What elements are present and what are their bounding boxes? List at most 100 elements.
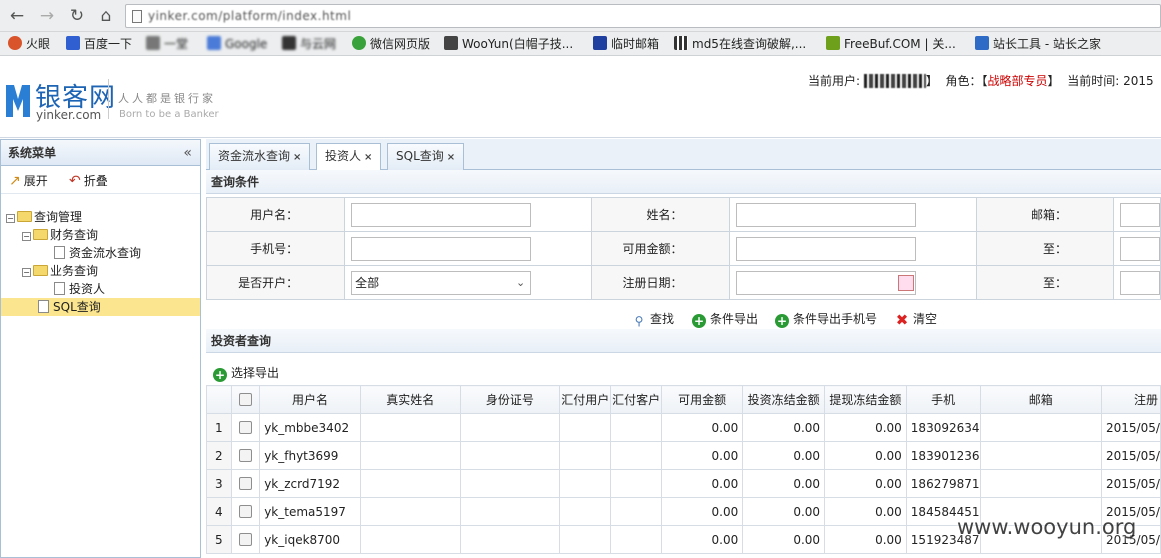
home-icon[interactable]: ⌂ <box>95 5 117 27</box>
tree-node-label: 查询管理 <box>34 210 83 224</box>
cell-withdraw-frozen: 0.00 <box>824 413 907 442</box>
tree-node-query-management[interactable]: − 查询管理 <box>1 208 200 226</box>
tab-investor[interactable]: 投资人 × <box>316 143 382 171</box>
url-text: yinker.com/platform/index.html <box>148 9 352 23</box>
sidebar: 系统菜单 « ↗ 展开 ↶ 折叠 − 查询管理 − 财务查询 资金流水查询 − 业务查询 … <box>0 139 201 558</box>
site-icon <box>282 36 296 50</box>
clear-button[interactable]: ✖ 清空 <box>895 310 938 328</box>
checkbox[interactable] <box>238 392 252 406</box>
row-select[interactable] <box>230 469 261 498</box>
table-row[interactable]: 1 yk_mbbe3402 0.00 0.00 0.00 183092634 2… <box>206 413 1161 442</box>
bookmark-item[interactable]: WooYun(白帽子技... <box>444 36 573 52</box>
column-header[interactable]: 真实姓名 <box>359 385 461 414</box>
checkbox[interactable] <box>238 504 252 518</box>
column-header[interactable]: 邮箱 <box>979 385 1103 414</box>
export-button[interactable]: + 条件导出 <box>692 310 758 328</box>
row-select[interactable] <box>230 497 261 526</box>
reload-icon[interactable]: ↻ <box>66 5 88 27</box>
tab-sql[interactable]: SQL查询 × <box>387 143 465 170</box>
row-select[interactable] <box>230 441 261 470</box>
cell-realname <box>359 497 461 526</box>
tree-node-finance[interactable]: − 财务查询 <box>1 226 200 244</box>
bookmark-item[interactable]: Google <box>207 36 267 52</box>
tree-node-business[interactable]: − 业务查询 <box>1 262 200 280</box>
close-tab-icon[interactable]: × <box>293 152 301 163</box>
phone-input[interactable] <box>351 236 532 261</box>
tree-node-fund-flow[interactable]: 资金流水查询 <box>1 244 200 262</box>
bookmark-item[interactable]: 与云网 <box>282 36 336 52</box>
close-tab-icon[interactable]: × <box>447 152 455 163</box>
cell-register: 2015/05/ <box>1101 413 1161 442</box>
regdate-end-input[interactable] <box>1119 270 1160 295</box>
export-phone-label: 条件导出手机号 <box>793 312 878 326</box>
forward-icon[interactable]: → <box>36 5 58 27</box>
select-export-button[interactable]: + 选择导出 <box>213 364 279 382</box>
table-row[interactable]: 3 yk_zcrd7192 0.00 0.00 0.00 186279871 2… <box>206 469 1161 498</box>
export-phone-button[interactable]: + 条件导出手机号 <box>775 310 877 328</box>
bookmark-item[interactable]: 站长工具 - 站长之家 <box>975 36 1101 52</box>
opened-select[interactable]: 全部 ⌄ <box>351 270 532 295</box>
balance-max-input[interactable] <box>1119 236 1160 261</box>
bookmark-item[interactable]: FreeBuf.COM | 关... <box>826 36 956 52</box>
search-button[interactable]: ⚲ 查找 <box>632 310 674 328</box>
column-header[interactable]: 投资冻结金额 <box>742 385 826 414</box>
row-select[interactable] <box>230 525 261 554</box>
folder-icon <box>17 211 32 222</box>
row-number: 5 <box>206 525 232 554</box>
tree-node-label: 财务查询 <box>50 228 99 242</box>
bookmark-item[interactable]: 微信网页版 <box>352 36 430 52</box>
bookmark-item[interactable]: 临时邮箱 <box>593 36 659 52</box>
column-header[interactable]: 身份证号 <box>459 385 561 414</box>
column-header[interactable]: 手机 <box>905 385 981 414</box>
clear-label: 清空 <box>913 312 938 326</box>
checkbox[interactable] <box>238 448 252 462</box>
tab-fund-flow[interactable]: 资金流水查询 × <box>209 143 311 170</box>
balance-min-input[interactable] <box>735 236 916 261</box>
regdate-start-input[interactable] <box>735 270 916 295</box>
collapse-sidebar-icon[interactable]: « <box>183 140 192 166</box>
bookmark-item[interactable]: md5在线查询破解,... <box>674 36 806 52</box>
column-header[interactable]: 汇付用户 <box>559 385 612 414</box>
cell-hf-customer <box>610 525 663 554</box>
table-row[interactable]: 2 yk_fhyt3699 0.00 0.00 0.00 183901236 2… <box>206 441 1161 470</box>
minus-icon[interactable]: − <box>22 232 31 241</box>
tab-label: 投资人 <box>325 149 362 163</box>
browser-toolbar: ← → ↻ ⌂ yinker.com/platform/index.html <box>0 0 1161 32</box>
cell-email <box>979 413 1103 442</box>
column-header[interactable]: 可用金额 <box>661 385 744 414</box>
tree-node-investor[interactable]: 投资人 <box>1 280 200 298</box>
tree-node-sql[interactable]: SQL查询 <box>1 298 200 316</box>
name-input[interactable] <box>735 202 916 227</box>
column-header[interactable]: 提现冻结金额 <box>824 385 907 414</box>
row-number-header <box>206 385 232 414</box>
checkbox[interactable] <box>238 476 252 490</box>
bookmark-item[interactable]: 百度一下 <box>66 36 132 52</box>
checkbox[interactable] <box>238 420 252 434</box>
bookmark-item[interactable]: 火眼 <box>8 36 50 52</box>
balance-label: 可用金额： <box>591 231 730 266</box>
column-header[interactable]: 汇付客户 <box>610 385 663 414</box>
cell-idcard <box>459 413 561 442</box>
column-header[interactable]: 注册 <box>1101 385 1161 414</box>
checkbox[interactable] <box>238 532 252 546</box>
folder-icon <box>33 229 48 240</box>
address-bar[interactable]: yinker.com/platform/index.html <box>125 4 1161 28</box>
cell-idcard <box>459 497 561 526</box>
close-tab-icon[interactable]: × <box>364 152 372 163</box>
column-header[interactable]: 用户名 <box>259 385 361 414</box>
bookmark-item[interactable]: 一堂 <box>146 36 188 52</box>
select-all-checkbox[interactable] <box>230 385 261 414</box>
logo-divider <box>108 79 109 119</box>
row-select[interactable] <box>230 413 261 442</box>
username-input[interactable] <box>351 202 532 227</box>
cell-invest-frozen: 0.00 <box>742 413 826 442</box>
cell-register: 2015/05/ <box>1101 469 1161 498</box>
minus-icon[interactable]: − <box>6 214 15 223</box>
back-icon[interactable]: ← <box>6 5 28 27</box>
email-input[interactable] <box>1119 202 1160 227</box>
expand-all-button[interactable]: ↗ 展开 <box>9 172 48 189</box>
collapse-all-button[interactable]: ↶ 折叠 <box>69 172 108 189</box>
collapse-arrow-icon: ↶ <box>69 173 81 189</box>
minus-icon[interactable]: − <box>22 268 31 277</box>
calendar-icon[interactable] <box>897 274 914 291</box>
